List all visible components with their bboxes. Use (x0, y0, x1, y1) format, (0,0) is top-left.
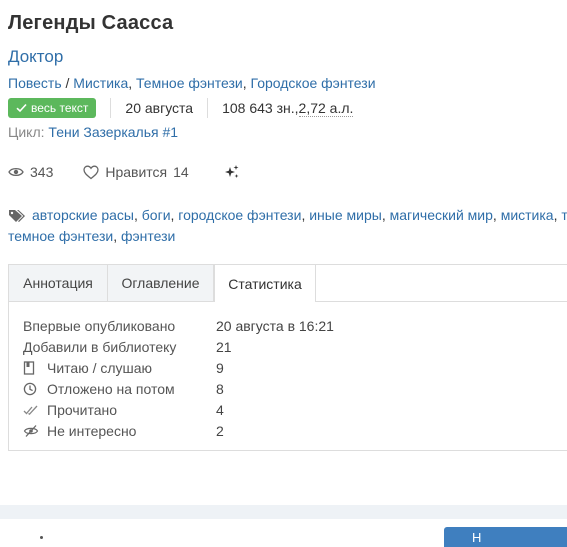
section-divider-band (0, 505, 567, 519)
cycle-line: Цикл: Тени Зазеркалья #1 (8, 124, 178, 140)
tag-icon (8, 209, 26, 223)
bookmark-icon (23, 360, 41, 375)
stat-label: Прочитано (47, 401, 117, 418)
stat-label-wrap: Отложено на потом (23, 381, 216, 397)
stat-label: Не интересно (47, 422, 137, 439)
tag-link[interactable]: авторские расы (32, 205, 134, 226)
heart-icon[interactable] (83, 165, 100, 180)
tag-link[interactable]: фэнтези (121, 226, 175, 247)
genre-link-urban-fantasy[interactable]: Городское фэнтези (251, 75, 376, 91)
tag-link[interactable]: мистика (501, 205, 554, 226)
stat-label: Добавили в библиотеку (23, 338, 177, 355)
stat-label: Читаю / слушаю (47, 359, 153, 376)
tag-link[interactable]: темное фэнтези (8, 226, 113, 247)
info-tabs: Аннотация Оглавление Статистика Впервые … (8, 264, 567, 451)
likes-label[interactable]: Нравится (105, 164, 167, 180)
bottom-action-button-label: Н (472, 530, 482, 545)
tab-contents[interactable]: Оглавление (108, 265, 214, 301)
eye-icon (8, 166, 24, 178)
tags-block: авторские расы, боги, городское фэнтези,… (8, 205, 567, 247)
genres-line: Повесть / Мистика, Темное фэнтези, Город… (8, 75, 376, 91)
tags-row: темное фэнтези, фэнтези (8, 226, 567, 247)
stat-row: Прочитано 4 (23, 399, 334, 420)
stat-row: Читаю / слушаю 9 (23, 357, 334, 378)
tag-link[interactable]: т (561, 205, 567, 226)
genre-link-mystic[interactable]: Мистика (73, 75, 128, 91)
tag-sep: , (553, 207, 562, 223)
tab-annotation[interactable]: Аннотация (9, 265, 108, 301)
tag-sep: , (134, 207, 142, 223)
views-count: 343 (30, 164, 54, 180)
full-text-badge[interactable]: весь текст (8, 98, 97, 118)
bottom-action-button[interactable]: Н (444, 527, 567, 547)
tag-sep: , (113, 228, 122, 244)
sparkles-icon[interactable] (224, 164, 240, 180)
eye-off-icon (23, 424, 41, 438)
form-link[interactable]: Повесть (8, 75, 62, 91)
meta-row: весь текст 20 августа 108 643 зн., 2,72 … (8, 98, 354, 118)
full-text-badge-label: весь текст (31, 101, 89, 115)
tab-bar: Аннотация Оглавление Статистика (9, 265, 567, 302)
genre-comma: , (242, 75, 251, 91)
author-link[interactable]: Доктор (8, 47, 63, 67)
tag-link[interactable]: магический мир (390, 205, 493, 226)
genre-comma: , (128, 75, 137, 91)
stat-value: 20 августа в 16:21 (216, 317, 334, 334)
tag-link[interactable]: иные миры (309, 205, 382, 226)
stat-row: Отложено на потом 8 (23, 378, 334, 399)
tag-sep: , (492, 207, 501, 223)
stat-label-wrap: Прочитано (23, 402, 216, 418)
genre-link-dark-fantasy[interactable]: Темное фэнтези (136, 75, 243, 91)
stat-row: Не интересно 2 (23, 420, 334, 441)
divider (110, 98, 112, 118)
tag-link[interactable]: городское фэнтези (178, 205, 301, 226)
tab-statistics[interactable]: Статистика (214, 265, 316, 302)
cycle-label: Цикл: (8, 124, 49, 140)
size-author-sheets[interactable]: 2,72 а.л. (298, 100, 354, 117)
tag-sep: , (381, 207, 390, 223)
stat-label: Впервые опубликовано (23, 317, 176, 334)
tag-sep: , (301, 207, 310, 223)
stat-value: 8 (216, 380, 224, 397)
stat-row: Добавили в библиотеку 21 (23, 336, 334, 357)
stat-label-wrap: Читаю / слушаю (23, 360, 216, 376)
genre-separator: / (61, 75, 74, 91)
stat-value: 4 (216, 401, 224, 418)
tag-link[interactable]: боги (142, 205, 171, 226)
stat-value: 2 (216, 422, 224, 439)
stat-value: 9 (216, 359, 224, 376)
tags-row: авторские расы, боги, городское фэнтези,… (8, 205, 567, 226)
check-icon (16, 103, 27, 113)
stat-label: Отложено на потом (47, 380, 175, 397)
statistics-table: Впервые опубликовано 20 августа в 16:21 … (23, 315, 334, 441)
divider (207, 98, 209, 118)
tag-sep: , (170, 207, 179, 223)
clock-icon (23, 382, 41, 396)
publish-date: 20 августа (125, 100, 194, 116)
stat-value: 21 (216, 338, 232, 355)
likes-count: 14 (173, 164, 189, 180)
stat-label-wrap: Не интересно (23, 423, 216, 439)
cycle-link[interactable]: Тени Зазеркалья #1 (48, 124, 178, 140)
double-check-icon (23, 404, 41, 416)
size-chars: 108 643 зн., (222, 100, 299, 116)
book-title: Легенды Саасса (8, 12, 174, 34)
stat-row: Впервые опубликовано 20 августа в 16:21 (23, 315, 334, 336)
stats-bar: 343 Нравится 14 (8, 163, 246, 181)
bullet-dot (40, 536, 43, 539)
